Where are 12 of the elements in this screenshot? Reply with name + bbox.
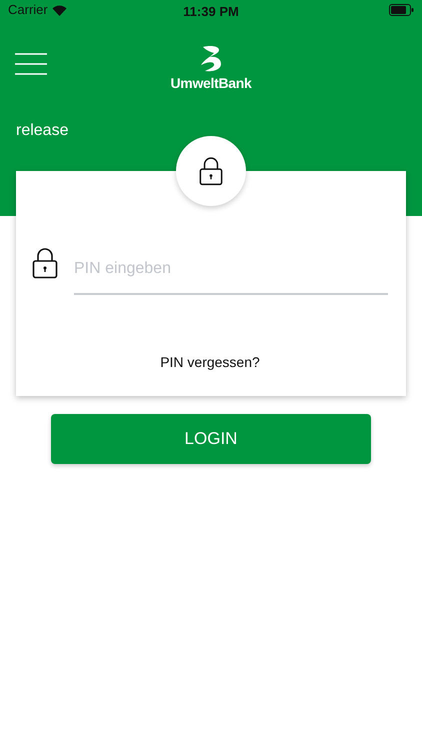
battery-icon — [389, 4, 414, 16]
lock-icon — [32, 247, 58, 279]
carrier-label: Carrier — [8, 1, 48, 20]
environment-label: release — [16, 122, 68, 139]
forgot-pin-link[interactable]: PIN vergessen? — [160, 354, 260, 370]
menu-button[interactable] — [15, 52, 47, 74]
logo-icon — [200, 45, 222, 72]
brand-name: UmweltBank — [170, 76, 252, 90]
login-button[interactable]: LOGIN — [51, 414, 371, 464]
wifi-icon — [52, 4, 67, 16]
lock-icon — [199, 156, 223, 186]
clock-time: 11:39 PM — [183, 3, 239, 21]
